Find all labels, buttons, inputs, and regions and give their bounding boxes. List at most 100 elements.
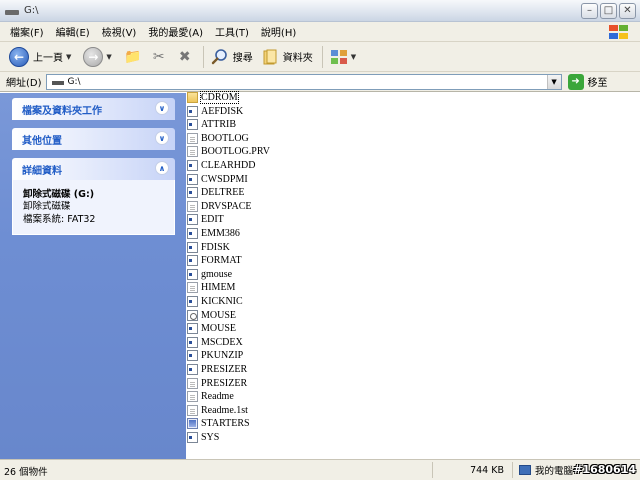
exe-file-icon bbox=[187, 432, 198, 443]
file-item[interactable]: SYS bbox=[187, 431, 219, 444]
views-button[interactable]: ▼ bbox=[327, 44, 363, 70]
file-item[interactable]: FDISK bbox=[187, 241, 230, 254]
cut-button[interactable]: ✂ bbox=[147, 44, 171, 70]
menu-help[interactable]: 說明(H) bbox=[255, 24, 302, 39]
menu-view[interactable]: 檢視(V) bbox=[96, 24, 143, 39]
watermark: #1680614 bbox=[573, 463, 636, 476]
file-item[interactable]: Readme bbox=[187, 390, 234, 403]
folders-label: 資料夾 bbox=[282, 53, 313, 64]
title-bar: G:\ – □ ✕ bbox=[0, 0, 640, 22]
panel-file-tasks-header[interactable]: 檔案及資料夾工作 ∨ bbox=[12, 98, 175, 120]
back-label: 上一頁 bbox=[33, 53, 63, 64]
menu-tools[interactable]: 工具(T) bbox=[209, 24, 255, 39]
views-icon bbox=[330, 48, 348, 66]
windows-logo-icon bbox=[604, 23, 634, 41]
cut-icon: ✂ bbox=[152, 48, 165, 65]
folders-button[interactable]: 資料夾 bbox=[258, 44, 316, 70]
file-item[interactable]: STARTERS bbox=[187, 417, 250, 430]
doc-file-icon bbox=[187, 200, 198, 212]
file-name: CWSDPMI bbox=[201, 173, 248, 185]
file-item[interactable]: KICKNIC bbox=[187, 295, 243, 308]
status-location: 我的電腦 bbox=[512, 462, 573, 478]
file-item[interactable]: PRESIZER bbox=[187, 377, 247, 390]
file-name: CDROM bbox=[200, 91, 239, 104]
file-name: FORMAT bbox=[201, 255, 242, 267]
file-item[interactable]: DELTREE bbox=[187, 186, 245, 199]
file-item[interactable]: CDROM bbox=[187, 91, 239, 104]
file-name: PKUNZIP bbox=[201, 350, 244, 362]
menu-bar: 檔案(F) 編輯(E) 檢視(V) 我的最愛(A) 工具(T) 說明(H) bbox=[0, 22, 640, 42]
back-button[interactable]: ← 上一頁 ▼ bbox=[6, 44, 78, 70]
file-item[interactable]: MOUSE bbox=[187, 322, 236, 335]
chevron-down-icon[interactable]: ▼ bbox=[546, 74, 561, 89]
file-name: ATTRIB bbox=[201, 119, 236, 131]
exe-file-icon bbox=[187, 173, 198, 185]
file-item[interactable]: HIMEM bbox=[187, 281, 235, 294]
file-name: HIMEM bbox=[201, 282, 236, 294]
exe-file-icon bbox=[187, 105, 198, 117]
go-icon: ➜ bbox=[567, 73, 584, 90]
file-item[interactable]: BOOTLOG bbox=[187, 132, 249, 145]
file-item[interactable]: BOOTLOG.PRV bbox=[187, 145, 270, 158]
maximize-button[interactable]: □ bbox=[600, 3, 617, 19]
file-item[interactable]: MOUSE bbox=[187, 309, 236, 322]
views-dropdown-icon[interactable]: ▼ bbox=[351, 53, 356, 61]
chevron-down-icon[interactable]: ∨ bbox=[155, 101, 169, 115]
file-item[interactable]: DRVSPACE bbox=[187, 200, 252, 213]
exe-file-icon bbox=[187, 364, 198, 375]
delete-button[interactable]: ✖ bbox=[173, 44, 197, 70]
file-item[interactable]: PRESIZER bbox=[187, 363, 247, 376]
doc-file-icon bbox=[187, 282, 198, 294]
file-item[interactable]: MSCDEX bbox=[187, 336, 243, 349]
back-dropdown-icon[interactable]: ▼ bbox=[66, 53, 71, 61]
doc-file-icon bbox=[187, 391, 198, 403]
exe-file-icon bbox=[187, 323, 198, 335]
task-pane: 檔案及資料夾工作 ∨ 其他位置 ∨ 詳細資料 ∧ 卸除式磁碟 (G:) 卸除式磁… bbox=[0, 93, 186, 459]
computer-icon bbox=[519, 465, 531, 475]
panel-other-places-header[interactable]: 其他位置 ∨ bbox=[12, 128, 175, 150]
file-name: Readme bbox=[201, 391, 234, 403]
go-button[interactable]: ➜ 移至 bbox=[567, 73, 608, 90]
file-item[interactable]: CWSDPMI bbox=[187, 173, 248, 186]
file-item[interactable]: EMM386 bbox=[187, 227, 240, 240]
file-item[interactable]: Readme.1st bbox=[187, 404, 248, 417]
file-item[interactable]: PKUNZIP bbox=[187, 349, 243, 362]
panel-details: 詳細資料 ∧ 卸除式磁碟 (G:) 卸除式磁碟 檔案系統: FAT32 bbox=[12, 158, 175, 235]
folders-icon bbox=[261, 48, 279, 66]
file-name: BOOTLOG bbox=[201, 132, 249, 144]
window-title: G:\ bbox=[24, 5, 39, 16]
minimize-button[interactable]: – bbox=[581, 3, 598, 19]
exe-file-icon bbox=[187, 296, 198, 307]
chevron-down-icon[interactable]: ∨ bbox=[155, 131, 169, 145]
doc-file-icon bbox=[187, 146, 198, 158]
menu-file[interactable]: 檔案(F) bbox=[4, 24, 50, 39]
file-item[interactable]: EDIT bbox=[187, 213, 224, 226]
file-item[interactable]: AEFDISK bbox=[187, 105, 243, 118]
panel-other-places: 其他位置 ∨ bbox=[12, 128, 175, 150]
file-item[interactable]: FORMAT bbox=[187, 254, 242, 267]
address-value: G:\ bbox=[67, 76, 81, 87]
exe-file-icon bbox=[187, 350, 198, 362]
file-item[interactable]: gmouse bbox=[187, 268, 232, 281]
panel-other-places-title: 其他位置 bbox=[22, 135, 62, 147]
menu-favorites[interactable]: 我的最愛(A) bbox=[142, 24, 209, 39]
file-list[interactable]: CDROM AEFDISK ATTRIB BOOTLOG BOOTLOG.PRV CLEA… bbox=[187, 91, 640, 459]
address-input[interactable]: G:\ ▼ bbox=[45, 73, 562, 90]
panel-details-title: 詳細資料 bbox=[22, 165, 62, 177]
address-label: 網址(D) bbox=[6, 78, 42, 89]
close-button[interactable]: ✕ bbox=[619, 3, 636, 19]
search-button[interactable]: 搜尋 bbox=[208, 44, 256, 70]
panel-details-header[interactable]: 詳細資料 ∧ bbox=[12, 158, 175, 180]
file-item[interactable]: CLEARHDD bbox=[187, 159, 255, 172]
forward-dropdown-icon[interactable]: ▼ bbox=[106, 53, 111, 61]
file-item[interactable]: ATTRIB bbox=[187, 118, 236, 131]
details-drive-type: 卸除式磁碟 bbox=[23, 201, 71, 212]
search-label: 搜尋 bbox=[232, 53, 253, 64]
exe-file-icon bbox=[187, 336, 198, 348]
up-button[interactable]: 📁 bbox=[121, 44, 145, 70]
exe-file-icon bbox=[187, 241, 198, 253]
details-file-system: 檔案系統: FAT32 bbox=[23, 214, 96, 225]
chevron-up-icon[interactable]: ∧ bbox=[155, 161, 169, 175]
forward-button[interactable]: → ▼ bbox=[80, 44, 118, 70]
menu-edit[interactable]: 編輯(E) bbox=[50, 24, 96, 39]
